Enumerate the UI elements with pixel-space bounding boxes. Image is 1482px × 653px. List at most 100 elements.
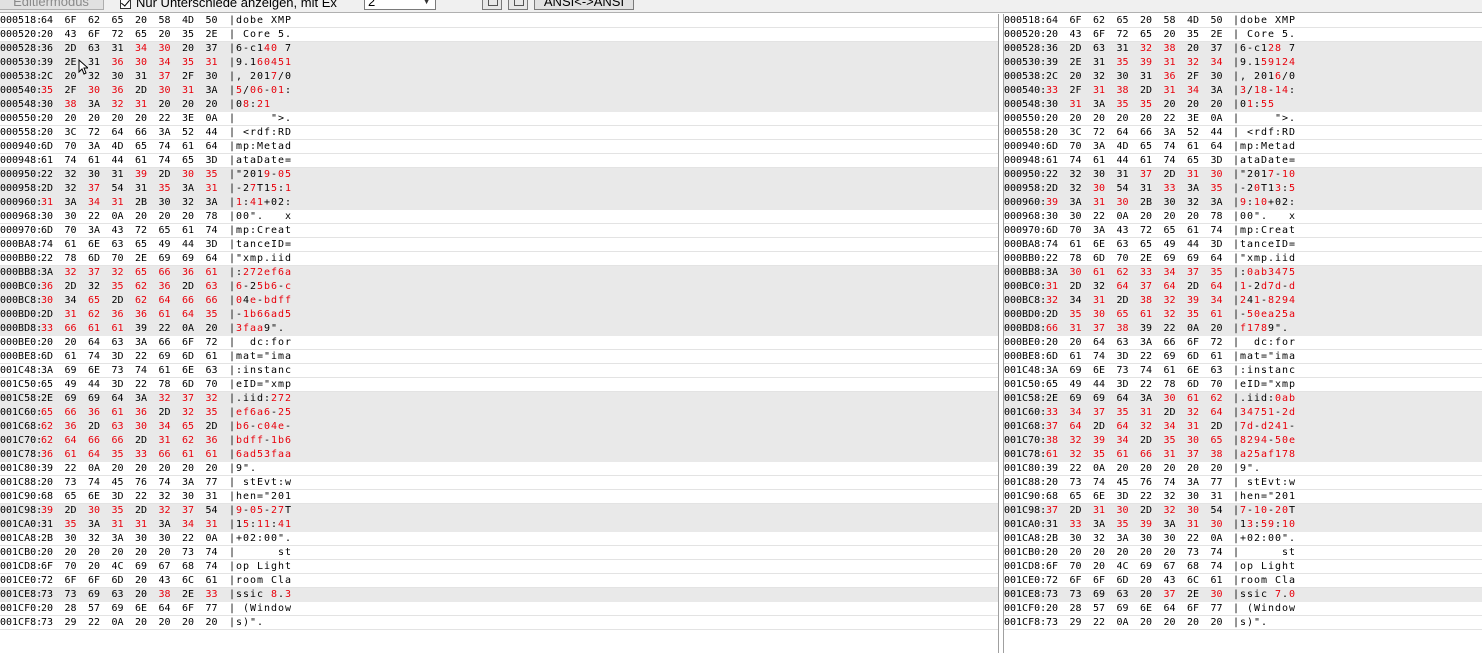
hex-byte[interactable]: 20 — [112, 462, 136, 476]
hex-row[interactable]: 000970: 6D 70 3A 43 72 65 61 74 |mp:Creat — [1004, 224, 1482, 238]
hex-byte[interactable]: 64 — [65, 434, 89, 448]
hex-byte[interactable]: 39 — [135, 322, 159, 336]
hex-byte[interactable]: 4D — [182, 14, 206, 28]
hex-byte[interactable]: 6D — [41, 350, 65, 364]
hex-byte[interactable]: 2D — [135, 434, 159, 448]
hex-byte[interactable]: 31 — [112, 42, 136, 56]
hex-byte[interactable]: 74 — [1164, 476, 1188, 490]
hex-byte[interactable]: 64 — [1211, 280, 1235, 294]
hex-byte[interactable]: 36 — [41, 42, 65, 56]
hex-byte[interactable]: 78 — [65, 252, 89, 266]
hex-byte[interactable]: 63 — [1117, 238, 1141, 252]
hex-byte[interactable]: 20 — [41, 546, 65, 560]
hex-byte[interactable]: 6F — [1070, 574, 1094, 588]
hex-byte[interactable]: 20 — [1046, 112, 1070, 126]
hex-byte[interactable]: 2E — [1070, 56, 1094, 70]
hex-byte[interactable]: 2D — [41, 182, 65, 196]
hex-byte[interactable]: 6D — [41, 224, 65, 238]
hex-byte[interactable]: 63 — [88, 42, 112, 56]
grid-icon[interactable] — [508, 0, 528, 10]
hex-byte[interactable]: 6F — [1046, 560, 1070, 574]
hex-byte[interactable]: 6D — [1046, 350, 1070, 364]
hex-byte[interactable]: 74 — [159, 154, 183, 168]
hex-byte[interactable]: 34 — [1070, 294, 1094, 308]
hex-byte[interactable]: 65 — [182, 154, 206, 168]
hex-byte[interactable]: 61 — [1140, 308, 1164, 322]
hex-byte[interactable]: 61 — [1211, 574, 1235, 588]
hex-byte[interactable]: 49 — [159, 238, 183, 252]
hex-byte[interactable]: 2D — [1187, 280, 1211, 294]
hex-byte[interactable]: 20 — [65, 336, 89, 350]
hex-byte[interactable]: 20 — [1140, 616, 1164, 630]
editor-mode-button[interactable]: Editiermodus — [0, 0, 104, 10]
hex-byte[interactable]: 3A — [65, 196, 89, 210]
hex-byte[interactable]: 49 — [1070, 378, 1094, 392]
hex-byte[interactable]: 65 — [135, 238, 159, 252]
hex-byte[interactable]: 69 — [159, 350, 183, 364]
hex-byte[interactable]: 64 — [1046, 14, 1070, 28]
hex-byte[interactable]: 32 — [182, 196, 206, 210]
hex-byte[interactable]: 49 — [1164, 238, 1188, 252]
hex-row[interactable]: 001C60: 33 34 37 35 31 2D 32 64 |34751-2d — [1004, 406, 1482, 420]
hex-byte[interactable]: 0A — [1211, 112, 1235, 126]
hex-byte[interactable]: 33 — [206, 588, 230, 602]
hex-byte[interactable]: 44 — [1211, 126, 1235, 140]
hex-byte[interactable]: 31 — [1093, 56, 1117, 70]
hex-byte[interactable]: 3A — [1187, 182, 1211, 196]
hex-byte[interactable]: 33 — [1140, 266, 1164, 280]
hex-byte[interactable]: 2E — [1187, 588, 1211, 602]
hex-byte[interactable]: 35 — [206, 406, 230, 420]
hex-byte[interactable]: 20 — [1187, 98, 1211, 112]
hex-byte[interactable]: 35 — [1117, 98, 1141, 112]
hex-byte[interactable]: 63 — [206, 280, 230, 294]
hex-byte[interactable]: 74 — [206, 560, 230, 574]
hex-byte[interactable]: 30 — [1093, 168, 1117, 182]
hex-byte[interactable]: 61 — [88, 322, 112, 336]
hex-byte[interactable]: 70 — [1070, 140, 1094, 154]
hex-byte[interactable]: 74 — [1070, 154, 1094, 168]
hex-byte[interactable]: 30 — [1164, 532, 1188, 546]
hex-byte[interactable]: 70 — [1117, 252, 1141, 266]
hex-byte[interactable]: 22 — [135, 350, 159, 364]
hex-byte[interactable]: 34 — [1164, 420, 1188, 434]
hex-byte[interactable]: 2D — [65, 42, 89, 56]
hex-byte[interactable]: 61 — [1046, 448, 1070, 462]
left-hex-pane[interactable]: 000518: 64 6F 62 65 20 58 4D 50 |dobe XMP 000520: 2… — [0, 14, 998, 653]
hex-byte[interactable]: 32 — [1070, 168, 1094, 182]
hex-byte[interactable]: 30 — [88, 504, 112, 518]
hex-byte[interactable]: 6D — [41, 140, 65, 154]
hex-byte[interactable]: 31 — [206, 182, 230, 196]
hex-byte[interactable]: 72 — [1046, 574, 1070, 588]
hex-byte[interactable]: 32 — [112, 98, 136, 112]
hex-byte[interactable]: 6F — [65, 14, 89, 28]
hex-byte[interactable]: 64 — [41, 14, 65, 28]
hex-byte[interactable]: 3A — [88, 98, 112, 112]
hex-byte[interactable]: 36 — [206, 434, 230, 448]
hex-byte[interactable]: 20 — [159, 462, 183, 476]
hex-byte[interactable]: 35 — [1187, 308, 1211, 322]
hex-byte[interactable]: 35 — [1164, 434, 1188, 448]
hex-row[interactable]: 000538: 2C 20 32 30 31 36 2F 30 |, 2016/0 — [1004, 70, 1482, 84]
hex-byte[interactable]: 70 — [1211, 378, 1235, 392]
hex-byte[interactable]: 3A — [159, 518, 183, 532]
hex-byte[interactable]: 2C — [1046, 70, 1070, 84]
hex-byte[interactable]: 54 — [1211, 504, 1235, 518]
hex-byte[interactable]: 3A — [182, 476, 206, 490]
hex-byte[interactable]: 61 — [135, 154, 159, 168]
hex-byte[interactable]: 22 — [1140, 378, 1164, 392]
hex-byte[interactable]: 20 — [1093, 560, 1117, 574]
hex-byte[interactable]: 30 — [1117, 70, 1141, 84]
hex-byte[interactable]: 66 — [159, 266, 183, 280]
hex-byte[interactable]: 3D — [1117, 378, 1141, 392]
hex-byte[interactable]: 32 — [1070, 434, 1094, 448]
hex-byte[interactable]: 31 — [1093, 196, 1117, 210]
hex-row[interactable]: 000968: 30 30 22 0A 20 20 20 78 |00". x — [1004, 210, 1482, 224]
hex-byte[interactable]: 31 — [135, 70, 159, 84]
hex-byte[interactable]: 64 — [159, 294, 183, 308]
hex-row[interactable]: 001C98: 37 2D 31 30 2D 32 30 54 |7-10-20T — [1004, 504, 1482, 518]
hex-byte[interactable]: 20 — [1093, 112, 1117, 126]
hex-row[interactable]: 000950: 22 32 30 31 37 2D 31 30 |"2017-10 — [1004, 168, 1482, 182]
hex-byte[interactable]: 36 — [1046, 42, 1070, 56]
hex-byte[interactable]: 20 — [1046, 546, 1070, 560]
hex-byte[interactable]: 32 — [1164, 294, 1188, 308]
